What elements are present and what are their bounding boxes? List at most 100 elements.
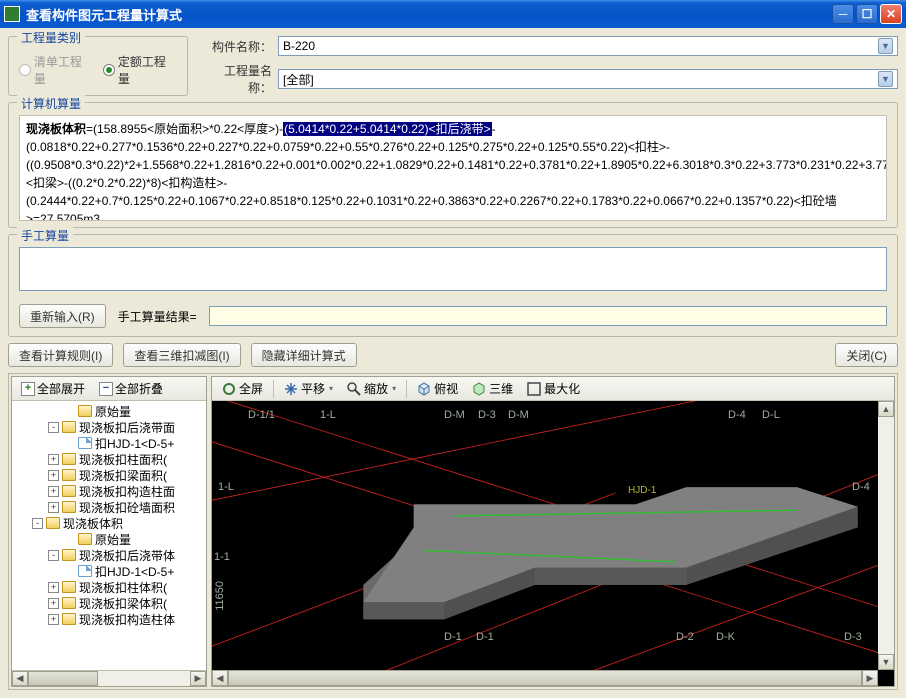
reinput-button[interactable]: 重新输入(R)	[19, 304, 106, 328]
axis-label: D-3	[478, 409, 496, 421]
folder-icon	[78, 405, 92, 417]
viewport-toolbar: 全屏 平移 ▾ 缩放 ▾ 俯视	[212, 377, 894, 401]
axis-label: D-L	[762, 409, 780, 421]
tree-row[interactable]: 扣HJD-1<D-5+	[12, 435, 206, 451]
expand-icon[interactable]: +	[48, 582, 59, 593]
maximize-button[interactable]: ☐	[856, 4, 878, 24]
tree-item-label: 现浇板体积	[63, 515, 123, 532]
3d-viewport[interactable]: D-1/11-LD-MD-3D-MD-4D-L1-LD-41-111650D-1…	[212, 401, 894, 686]
maximize-view-button[interactable]: 最大化	[521, 378, 586, 399]
tree-row[interactable]: +现浇板扣柱面积(	[12, 451, 206, 467]
view-calc-rules-button[interactable]: 查看计算规则(I)	[8, 343, 113, 367]
folder-icon	[62, 453, 76, 465]
tree-row[interactable]: - 现浇板扣后浇带面	[12, 419, 206, 435]
scroll-right-icon[interactable]: ▶	[862, 670, 878, 686]
file-icon	[78, 437, 92, 449]
tree-row[interactable]: +现浇板扣梁体积(	[12, 595, 206, 611]
expand-icon[interactable]: +	[48, 598, 59, 609]
canvas-wrap: D-1/11-LD-MD-3D-MD-4D-L1-LD-41-111650D-1…	[212, 401, 894, 686]
viewport-horizontal-scrollbar[interactable]: ◀ ▶	[212, 670, 878, 686]
radio-dot-icon	[103, 64, 115, 76]
view-3d-deduction-button[interactable]: 查看三维扣减图(I)	[123, 343, 240, 367]
collapse-icon[interactable]: -	[48, 422, 59, 433]
tree-horizontal-scrollbar[interactable]: ◀ ▶	[12, 670, 206, 686]
folder-icon	[62, 581, 76, 593]
expand-icon[interactable]: +	[48, 502, 59, 513]
chevron-down-icon: ▾	[392, 384, 396, 393]
collapse-icon[interactable]: -	[32, 518, 43, 529]
fullscreen-button[interactable]: 全屏	[216, 378, 269, 399]
toggle-spacer	[64, 406, 75, 417]
top-view-button[interactable]: 俯视	[411, 378, 464, 399]
component-name-select[interactable]: B-220 ▼	[278, 36, 898, 56]
component-name-label: 构件名称：	[204, 38, 272, 55]
collapse-icon[interactable]: -	[48, 550, 59, 561]
zoom-button[interactable]: 缩放 ▾	[341, 378, 402, 399]
collapse-all-button[interactable]: − 全部折叠	[94, 378, 168, 399]
tree-view[interactable]: 原始量-现浇板扣后浇带面扣HJD-1<D-5++现浇板扣柱面积(+现浇板扣梁面积…	[12, 401, 206, 670]
scroll-left-icon[interactable]: ◀	[212, 670, 228, 686]
chevron-down-icon: ▾	[329, 384, 333, 393]
tree-row[interactable]: 原始量	[12, 403, 206, 419]
scroll-right-icon[interactable]: ▶	[190, 671, 206, 686]
expand-icon[interactable]: +	[48, 470, 59, 481]
file-icon	[78, 565, 92, 577]
toggle-spacer	[64, 566, 75, 577]
pan-button[interactable]: 平移 ▾	[278, 378, 339, 399]
annotation-label: HJD-1	[628, 485, 656, 496]
tree-row[interactable]: - 现浇板体积	[12, 515, 206, 531]
iso-view-button[interactable]: 三维	[466, 378, 519, 399]
axis-label: D-4	[852, 481, 870, 493]
manual-calc-input[interactable]	[19, 247, 887, 291]
calc-formula-text[interactable]: 现浇板体积=(158.8955<原始面积>*0.22<厚度>)-(5.0414*…	[19, 115, 887, 221]
close-window-button[interactable]: ✕	[880, 4, 902, 24]
expand-all-button[interactable]: + 全部展开	[16, 378, 90, 399]
folder-icon	[62, 613, 76, 625]
viewport-vertical-scrollbar[interactable]: ▲ ▼	[878, 401, 894, 670]
chevron-down-icon[interactable]: ▼	[878, 38, 893, 54]
tree-row[interactable]: + 现浇板扣砼墙面积	[12, 499, 206, 515]
chevron-down-icon[interactable]: ▼	[878, 71, 893, 87]
radio-quota-quantity[interactable]: 定额工程量	[103, 53, 177, 87]
axis-label: D-4	[728, 409, 746, 421]
tree-row[interactable]: 原始量	[12, 531, 206, 547]
tree-row[interactable]: + 现浇板扣柱体积(	[12, 579, 206, 595]
scroll-down-icon[interactable]: ▼	[878, 654, 894, 670]
manual-calc-label: 手工算量	[17, 227, 73, 244]
close-button[interactable]: 关闭(C)	[835, 343, 898, 367]
scrollbar-thumb[interactable]	[28, 671, 98, 686]
expand-icon[interactable]: +	[48, 454, 59, 465]
axis-label: D-1/1	[248, 409, 275, 421]
axis-label: D-M	[508, 409, 529, 421]
radio-dot-icon	[19, 64, 31, 76]
expand-icon[interactable]: +	[48, 486, 59, 497]
tree-row[interactable]: 扣HJD-1<D-5+	[12, 563, 206, 579]
expand-icon[interactable]: +	[48, 614, 59, 625]
folder-icon	[62, 421, 76, 433]
minimize-button[interactable]: ─	[832, 4, 854, 24]
tree-item-label: 现浇板扣后浇带面	[79, 419, 175, 436]
tree-panel: + 全部展开 − 全部折叠 原始量-现浇板扣后浇带面扣HJD-1<D-5++现浇…	[11, 376, 207, 687]
tree-row[interactable]: -现浇板扣后浇带体	[12, 547, 206, 563]
hide-detail-button[interactable]: 隐藏详细计算式	[251, 343, 357, 367]
tree-item-label: 原始量	[95, 403, 131, 420]
scrollbar-thumb[interactable]	[228, 670, 862, 686]
tree-item-label: 现浇板扣砼墙面积	[79, 499, 175, 516]
tree-row[interactable]: +现浇板扣构造柱体	[12, 611, 206, 627]
pan-icon	[284, 382, 298, 396]
radio-list-quantity: 清单工程量	[19, 53, 93, 87]
axis-label: D-3	[844, 631, 862, 643]
axis-label: 1-L	[218, 481, 234, 493]
folder-icon	[62, 549, 76, 561]
quantity-name-select[interactable]: [全部] ▼	[278, 69, 898, 89]
manual-result-field[interactable]	[209, 306, 887, 326]
folder-icon	[62, 469, 76, 481]
tree-row[interactable]: +现浇板扣构造柱面	[12, 483, 206, 499]
window-buttons: ─ ☐ ✕	[832, 4, 902, 24]
tree-row[interactable]: +现浇板扣梁面积(	[12, 467, 206, 483]
axis-label: D-M	[444, 409, 465, 421]
scroll-up-icon[interactable]: ▲	[878, 401, 894, 417]
scroll-left-icon[interactable]: ◀	[12, 671, 28, 686]
zoom-icon	[347, 382, 361, 396]
tree-item-label: 现浇板扣柱体积(	[79, 579, 167, 596]
